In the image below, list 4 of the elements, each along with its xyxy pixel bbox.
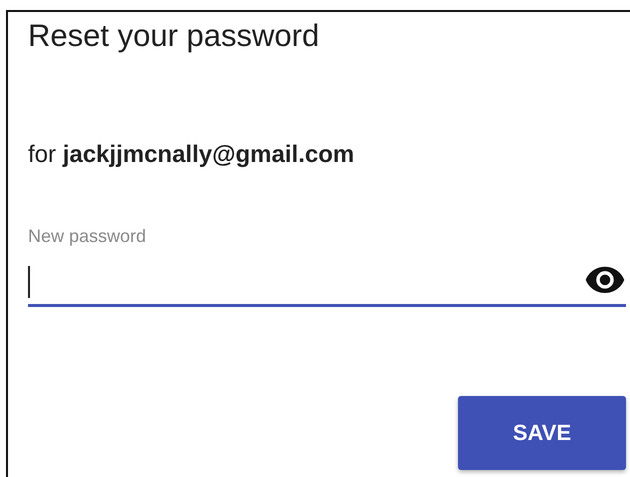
field-label: New password <box>28 225 148 248</box>
dialog-title: Reset your password <box>28 17 320 55</box>
save-button[interactable]: SAVE <box>458 396 626 470</box>
account-email-text: for jackjjmcnally@gmail.com <box>28 140 356 170</box>
